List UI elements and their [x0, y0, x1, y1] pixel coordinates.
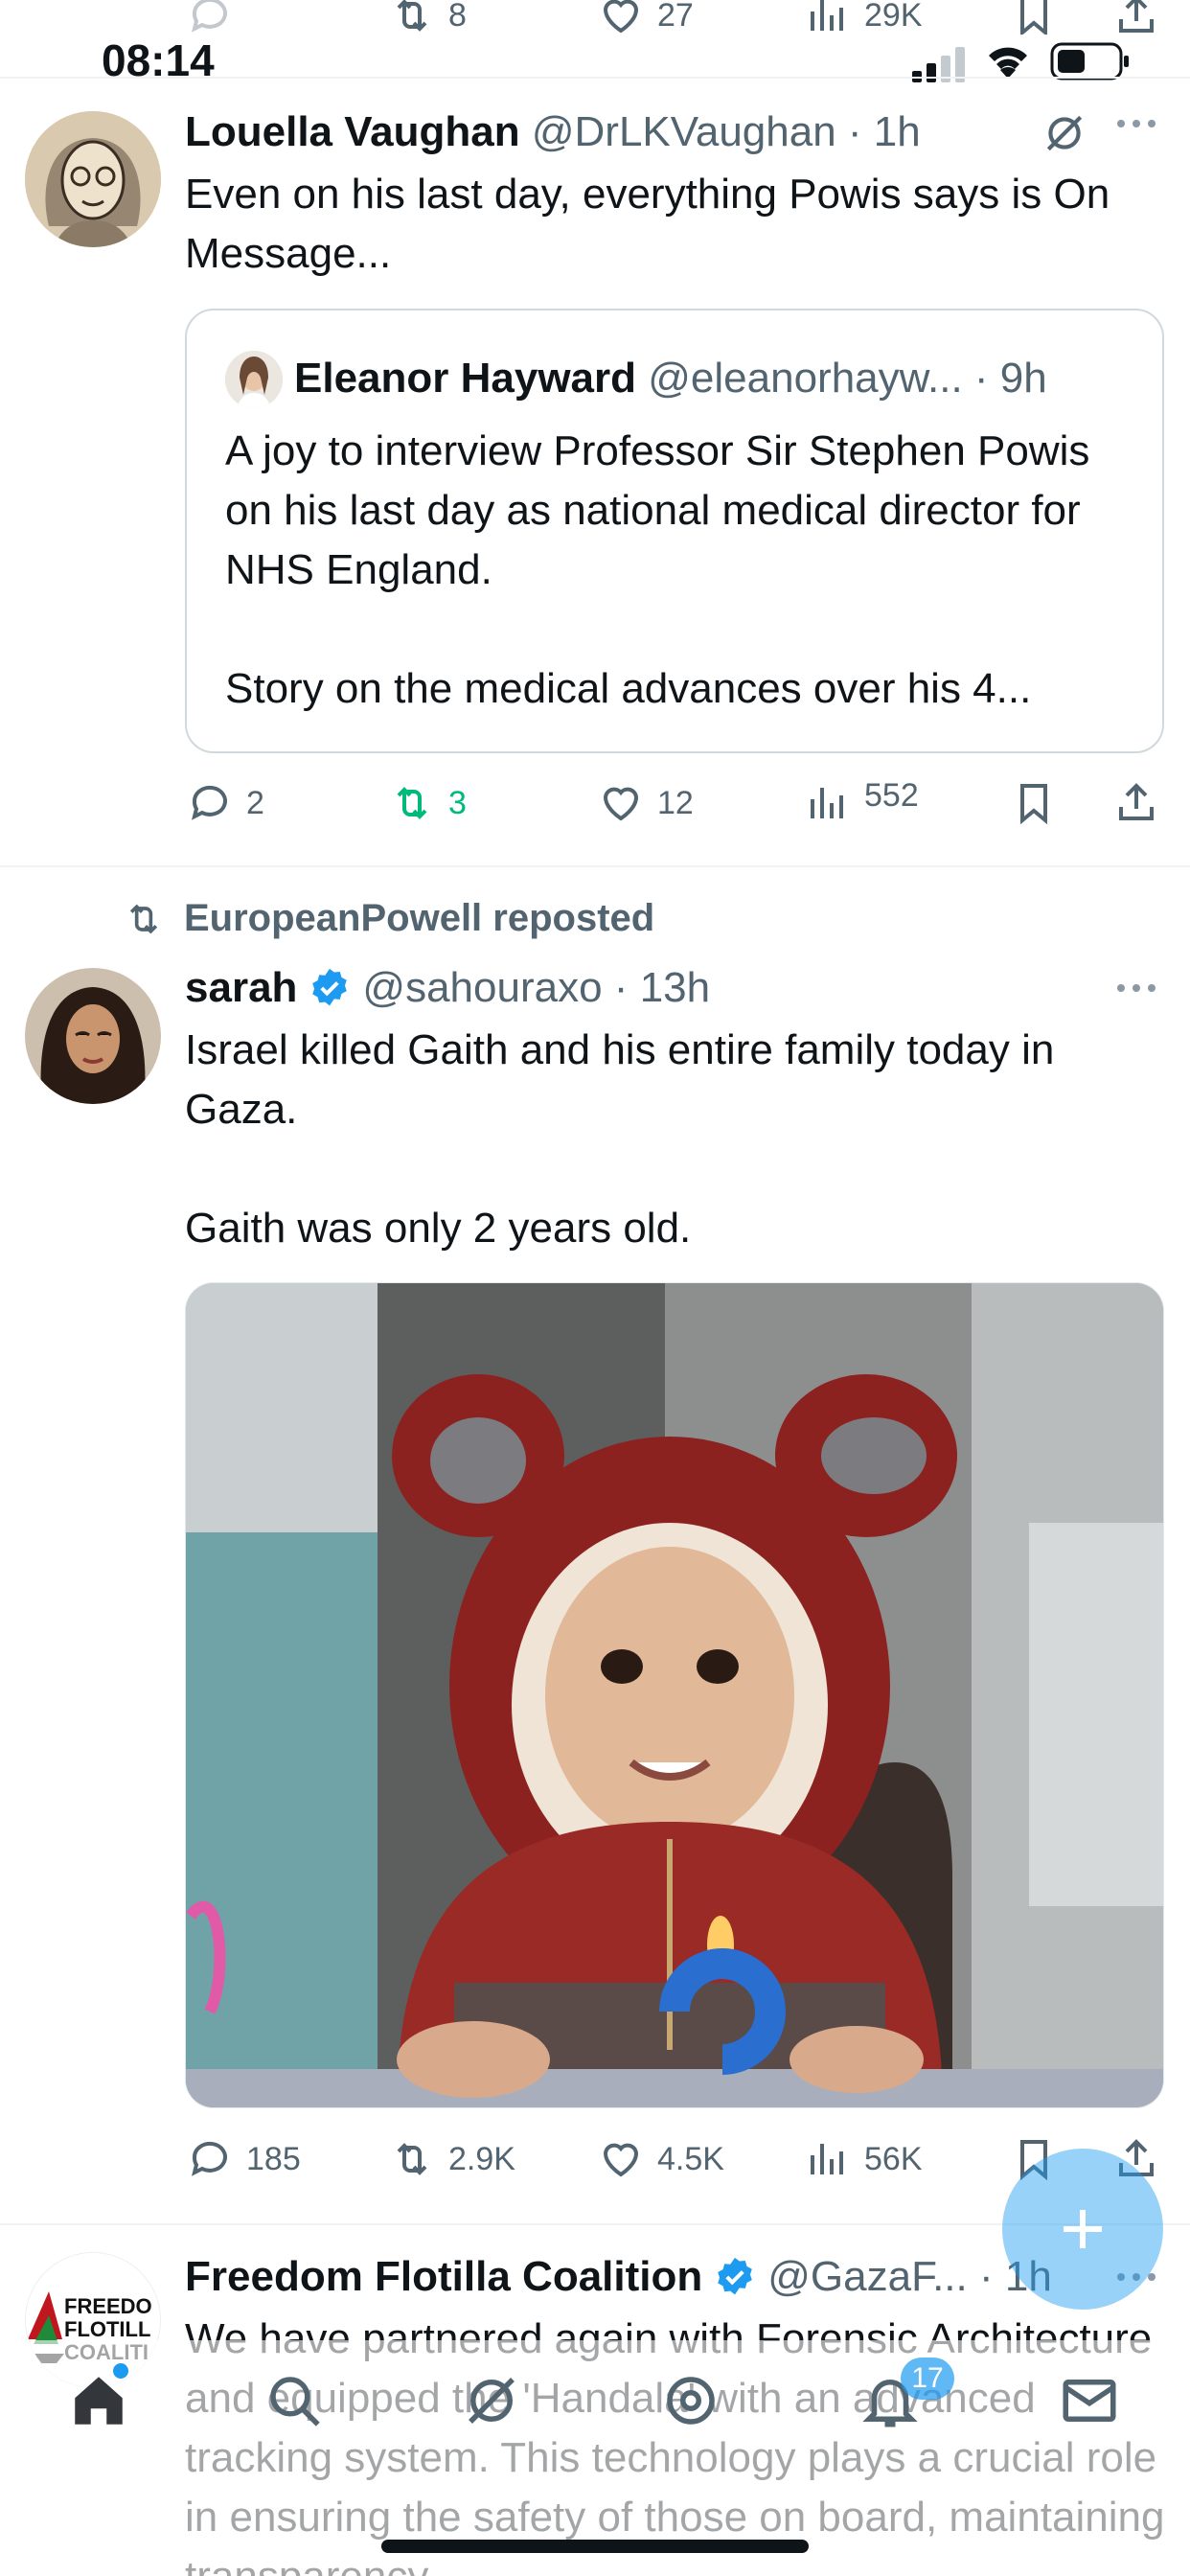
- views-button[interactable]: 552: [805, 767, 919, 824]
- like-count: 4.5K: [657, 2140, 724, 2177]
- tweet-text: Israel killed Gaith and his entire famil…: [185, 1026, 1055, 1252]
- more-options-icon[interactable]: [1115, 981, 1157, 995]
- avatar-photo: [25, 968, 161, 1104]
- plus-icon: [1054, 2200, 1111, 2258]
- author-handle[interactable]: @DrLKVaughan: [532, 108, 836, 155]
- heart-icon: [598, 2136, 644, 2182]
- tweet-header: Louella Vaughan @DrLKVaughan · 1h: [185, 104, 921, 161]
- more-options-icon[interactable]: [1115, 117, 1157, 130]
- communities-icon[interactable]: [659, 2369, 722, 2432]
- bookmark-button[interactable]: [1011, 774, 1057, 832]
- retweet-icon: [121, 898, 167, 940]
- battery-icon: [1050, 42, 1131, 80]
- tweet-media-image[interactable]: [185, 1282, 1164, 2108]
- quote-author-name: Eleanor Hayward: [294, 355, 637, 402]
- quote-avatar: [225, 351, 283, 408]
- tweet-time[interactable]: 1h: [874, 108, 921, 155]
- like-button[interactable]: 12: [598, 774, 694, 832]
- repost-indicator: EuropeanPowell reposted: [121, 897, 654, 940]
- verified-badge-icon: [309, 967, 351, 1009]
- retweet-count: 2.9K: [448, 2140, 515, 2177]
- retweet-button[interactable]: 2.9K: [389, 2130, 515, 2188]
- tweet-header: sarah @sahouraxo · 13h: [185, 959, 710, 1017]
- bookmark-icon: [1011, 0, 1057, 38]
- reply-count: 2: [246, 784, 264, 821]
- avatar[interactable]: [25, 111, 161, 247]
- reply-icon: [187, 2136, 233, 2182]
- reply-icon: [187, 780, 233, 826]
- search-icon[interactable]: [263, 2369, 326, 2432]
- prev-views-count: 29K: [864, 0, 923, 34]
- tweet-text: Even on his last day, everything Powis s…: [185, 171, 1122, 277]
- bookmark-icon: [1011, 780, 1057, 826]
- wifi-icon: [983, 40, 1033, 80]
- verified-badge-icon: [714, 2256, 756, 2298]
- reply-button[interactable]: 185: [187, 2130, 301, 2188]
- tweet-header: Freedom Flotilla Coalition @GazaF... · 1…: [185, 2248, 1052, 2306]
- time-separator: ·: [962, 355, 1000, 402]
- time-separator: ·: [835, 108, 874, 155]
- prev-retweet-count: 8: [448, 0, 467, 34]
- share-icon: [1113, 0, 1159, 38]
- retweet-button[interactable]: 3: [389, 774, 467, 832]
- share-button[interactable]: [1113, 774, 1159, 832]
- quoted-tweet[interactable]: Eleanor Hayward @eleanorhayw... · 9h A j…: [185, 309, 1164, 753]
- time-separator: ·: [602, 964, 640, 1011]
- home-indicator: [381, 2540, 809, 2553]
- grok-icon[interactable]: [460, 2369, 523, 2432]
- reply-count: 185: [246, 2140, 301, 2177]
- notifications-badge: 17: [901, 2358, 954, 2400]
- divider: [0, 865, 1190, 867]
- prev-like-count: 27: [657, 0, 694, 34]
- retweet-icon: [389, 780, 435, 826]
- reply-icon: [187, 0, 233, 38]
- time-separator: ·: [967, 2253, 1005, 2300]
- views-icon: [805, 780, 851, 826]
- quote-header: Eleanor Hayward @eleanorhayw... · 9h: [294, 349, 1047, 408]
- divider: [0, 77, 1190, 79]
- author-handle[interactable]: @GazaF...: [767, 2253, 968, 2300]
- share-icon: [1113, 780, 1159, 826]
- author-handle[interactable]: @sahouraxo: [362, 964, 602, 1011]
- grok-icon[interactable]: [1041, 109, 1088, 157]
- author-name[interactable]: Freedom Flotilla Coalition: [185, 2248, 702, 2306]
- like-button[interactable]: 4.5K: [598, 2130, 724, 2188]
- author-name[interactable]: sarah: [185, 959, 297, 1017]
- heart-icon: [598, 780, 644, 826]
- repost-label[interactable]: EuropeanPowell reposted: [184, 897, 654, 940]
- messages-icon[interactable]: [1058, 2369, 1121, 2432]
- avatar-illustration: [25, 111, 161, 247]
- views-count: 552: [864, 776, 919, 814]
- author-name[interactable]: Louella Vaughan: [185, 108, 520, 155]
- home-unread-dot: [113, 2363, 128, 2379]
- retweet-count: 3: [448, 784, 467, 821]
- retweet-icon: [389, 0, 435, 38]
- like-count: 12: [657, 784, 694, 821]
- avatar[interactable]: [25, 968, 161, 1104]
- tweet-time[interactable]: 13h: [640, 964, 710, 1011]
- child-photo: [186, 1283, 1163, 2107]
- quote-text: A joy to interview Professor Sir Stephen…: [225, 427, 1090, 712]
- compose-button[interactable]: [1002, 2149, 1163, 2310]
- status-bar: 08:14: [0, 34, 1190, 92]
- quote-time: 9h: [999, 355, 1047, 402]
- retweet-icon: [389, 2136, 435, 2182]
- heart-icon: [598, 0, 644, 38]
- views-icon: [805, 0, 851, 38]
- views-button[interactable]: 56K: [805, 2130, 923, 2188]
- bottom-nav: 17: [0, 2340, 1190, 2576]
- reply-button[interactable]: 2: [187, 774, 264, 832]
- views-icon: [805, 2136, 851, 2182]
- views-count: 56K: [864, 2140, 923, 2177]
- quote-author-handle: @eleanorhayw...: [648, 355, 963, 402]
